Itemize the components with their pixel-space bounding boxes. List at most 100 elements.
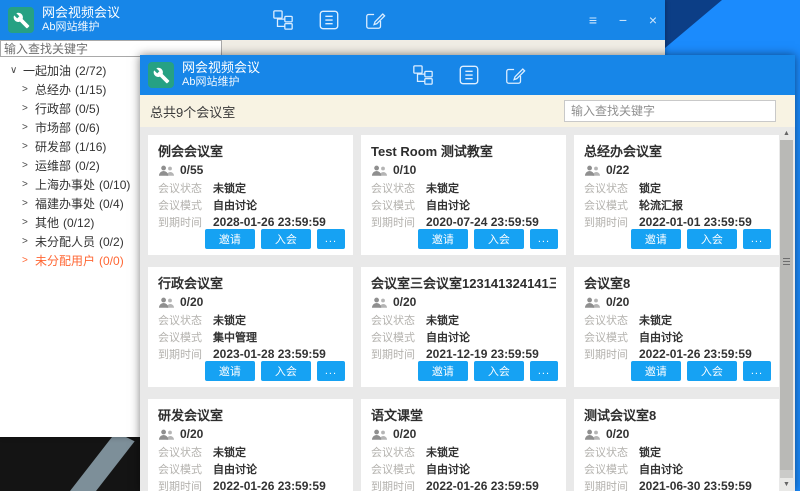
status-label: 会议状态 bbox=[371, 312, 426, 328]
participants-icon bbox=[158, 165, 174, 176]
app-title: 网会视频会议 bbox=[42, 5, 120, 21]
expire-value: 2020-07-24 23:59:59 bbox=[426, 215, 539, 229]
expire-label: 到期时间 bbox=[158, 214, 213, 230]
more-button[interactable]: ... bbox=[317, 361, 345, 381]
room-card: 行政会议室 0/20 会议状态未锁定 会议模式集中管理 到期时间2023-01-… bbox=[148, 267, 353, 387]
meeting-rooms-window: 网会视频会议 Ab网站维护 ≡ − × 总共9个会议室 例会会议室 bbox=[140, 55, 795, 491]
room-occupancy: 0/20 bbox=[606, 427, 629, 441]
tree-label: 行政部 bbox=[35, 100, 71, 117]
close-icon[interactable]: × bbox=[645, 13, 661, 27]
chevron-right-icon: > bbox=[22, 236, 35, 247]
mode-label: 会议模式 bbox=[584, 197, 639, 213]
more-button[interactable]: ... bbox=[743, 229, 771, 249]
chevron-right-icon: > bbox=[22, 103, 35, 114]
status-value: 锁定 bbox=[639, 180, 661, 196]
invite-button[interactable]: 邀请 bbox=[418, 229, 468, 249]
status-label: 会议状态 bbox=[158, 444, 213, 460]
room-card: 测试会议室8 0/20 会议状态锁定 会议模式自由讨论 到期时间2021-06-… bbox=[574, 399, 779, 491]
tree-count: (0/2) bbox=[75, 159, 100, 173]
participants-icon bbox=[158, 429, 174, 440]
wrench-icon bbox=[153, 67, 170, 84]
room-occupancy: 0/20 bbox=[606, 295, 629, 309]
tree-label: 研发部 bbox=[35, 138, 71, 155]
invite-button[interactable]: 邀请 bbox=[205, 361, 255, 381]
mode-value: 集中管理 bbox=[213, 329, 257, 345]
tree-label: 总经办 bbox=[35, 81, 71, 98]
join-button[interactable]: 入会 bbox=[687, 229, 737, 249]
mode-value: 轮流汇报 bbox=[639, 197, 683, 213]
room-name: 研发会议室 bbox=[158, 407, 343, 425]
vertical-scrollbar[interactable]: ▲ ▼ bbox=[780, 127, 793, 491]
scroll-down-icon[interactable]: ▼ bbox=[780, 478, 793, 491]
join-button[interactable]: 入会 bbox=[687, 361, 737, 381]
wallpaper-bottom-left bbox=[0, 437, 140, 491]
more-button[interactable]: ... bbox=[530, 229, 558, 249]
room-card: Test Room 测试教室 0/10 会议状态未锁定 会议模式自由讨论 到期时… bbox=[361, 135, 566, 255]
participants-icon bbox=[371, 165, 387, 176]
edit-icon[interactable] bbox=[364, 9, 386, 31]
room-search-input[interactable] bbox=[564, 100, 776, 122]
chevron-right-icon: > bbox=[22, 141, 35, 152]
mode-label: 会议模式 bbox=[584, 329, 639, 345]
room-count-summary: 总共9个会议室 bbox=[150, 102, 235, 121]
tree-label: 市场部 bbox=[35, 119, 71, 136]
invite-button[interactable]: 邀请 bbox=[631, 229, 681, 249]
expire-label: 到期时间 bbox=[371, 346, 426, 362]
menu-icon[interactable]: ≡ bbox=[585, 13, 601, 27]
participants-icon bbox=[371, 297, 387, 308]
org-chart-icon[interactable] bbox=[272, 9, 294, 31]
expire-label: 到期时间 bbox=[584, 214, 639, 230]
status-value: 未锁定 bbox=[426, 312, 459, 328]
mode-label: 会议模式 bbox=[371, 329, 426, 345]
join-button[interactable]: 入会 bbox=[474, 229, 524, 249]
tree-count: (0/4) bbox=[99, 197, 124, 211]
chevron-down-icon: ∨ bbox=[10, 65, 23, 76]
invite-button[interactable]: 邀请 bbox=[418, 361, 468, 381]
expire-value: 2021-06-30 23:59:59 bbox=[639, 479, 752, 491]
minimize-icon[interactable]: − bbox=[615, 13, 631, 27]
expire-value: 2023-01-28 23:59:59 bbox=[213, 347, 326, 361]
participants-icon bbox=[584, 429, 600, 440]
join-button[interactable]: 入会 bbox=[261, 229, 311, 249]
mode-label: 会议模式 bbox=[371, 197, 426, 213]
expire-label: 到期时间 bbox=[584, 346, 639, 362]
meeting-list-icon[interactable] bbox=[458, 64, 480, 86]
mode-value: 自由讨论 bbox=[213, 197, 257, 213]
room-occupancy: 0/10 bbox=[393, 163, 416, 177]
invite-button[interactable]: 邀请 bbox=[631, 361, 681, 381]
tree-label: 运维部 bbox=[35, 157, 71, 174]
scrollbar-grip bbox=[783, 258, 790, 265]
app-title: 网会视频会议 bbox=[182, 60, 260, 76]
more-button[interactable]: ... bbox=[530, 361, 558, 381]
more-button[interactable]: ... bbox=[317, 229, 345, 249]
app-icon bbox=[148, 62, 174, 88]
join-button[interactable]: 入会 bbox=[474, 361, 524, 381]
tree-count: (2/72) bbox=[75, 64, 106, 78]
room-name: 例会会议室 bbox=[158, 143, 343, 161]
tree-count: (0/10) bbox=[99, 178, 130, 192]
expire-label: 到期时间 bbox=[158, 346, 213, 362]
scroll-up-icon[interactable]: ▲ bbox=[780, 127, 793, 140]
more-button[interactable]: ... bbox=[743, 361, 771, 381]
room-card: 会议室三会议室123141324141三会... 0/20 会议状态未锁定 会议… bbox=[361, 267, 566, 387]
room-occupancy: 0/20 bbox=[180, 427, 203, 441]
join-button[interactable]: 入会 bbox=[261, 361, 311, 381]
expire-label: 到期时间 bbox=[371, 214, 426, 230]
room-name: Test Room 测试教室 bbox=[371, 143, 556, 161]
tree-label: 一起加油 bbox=[23, 62, 71, 79]
titlebar: 网会视频会议 Ab网站维护 ≡ − × bbox=[140, 55, 795, 95]
participants-icon bbox=[584, 165, 600, 176]
app-subtitle: Ab网站维护 bbox=[42, 21, 120, 35]
room-name: 会议室三会议室123141324141三会... bbox=[371, 275, 556, 293]
expire-value: 2022-01-26 23:59:59 bbox=[213, 479, 326, 491]
scrollbar-thumb[interactable] bbox=[780, 140, 793, 470]
status-value: 未锁定 bbox=[639, 312, 672, 328]
tree-count: (0/2) bbox=[99, 235, 124, 249]
invite-button[interactable]: 邀请 bbox=[205, 229, 255, 249]
meeting-list-icon[interactable] bbox=[318, 9, 340, 31]
status-label: 会议状态 bbox=[158, 180, 213, 196]
status-label: 会议状态 bbox=[584, 180, 639, 196]
edit-icon[interactable] bbox=[504, 64, 526, 86]
mode-label: 会议模式 bbox=[371, 461, 426, 477]
org-chart-icon[interactable] bbox=[412, 64, 434, 86]
